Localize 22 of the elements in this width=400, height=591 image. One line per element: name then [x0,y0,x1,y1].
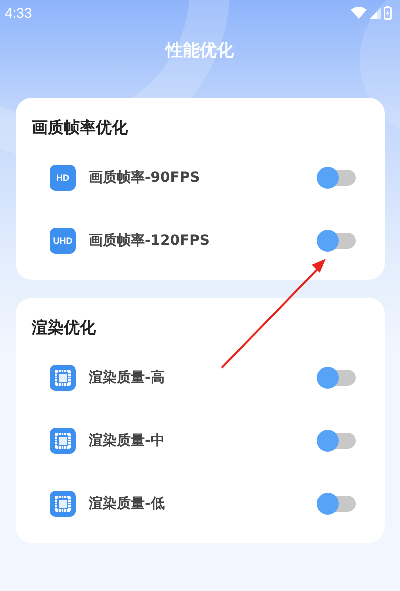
chip-icon [50,428,76,454]
toggle-switch[interactable] [318,232,356,248]
chip-icon [50,364,76,390]
battery-icon [384,6,392,20]
toggle-switch[interactable] [318,170,356,186]
toggle-switch[interactable] [318,432,356,448]
section-title: 渲染优化 [31,317,97,339]
quality-badge-icon: HD [50,164,76,190]
toggle-switch[interactable] [318,370,356,386]
chip-icon [50,490,76,516]
setting-label: 画质帧率-90FPS [89,168,202,186]
status-time: 4:33 [5,5,32,21]
setting-label: 画质帧率-120FPS [89,232,211,250]
quality-badge-icon: UHD [50,228,76,254]
signal-icon [370,8,381,18]
setting-label: 渲染质量-中 [89,432,166,450]
setting-label: 渲染质量-高 [89,368,166,386]
wifi-icon [351,7,367,19]
page-title: 性能优化 [166,40,234,62]
toggle-switch[interactable] [318,496,356,512]
setting-label: 渲染质量-低 [89,494,166,512]
section-title: 画质帧率优化 [31,117,129,139]
